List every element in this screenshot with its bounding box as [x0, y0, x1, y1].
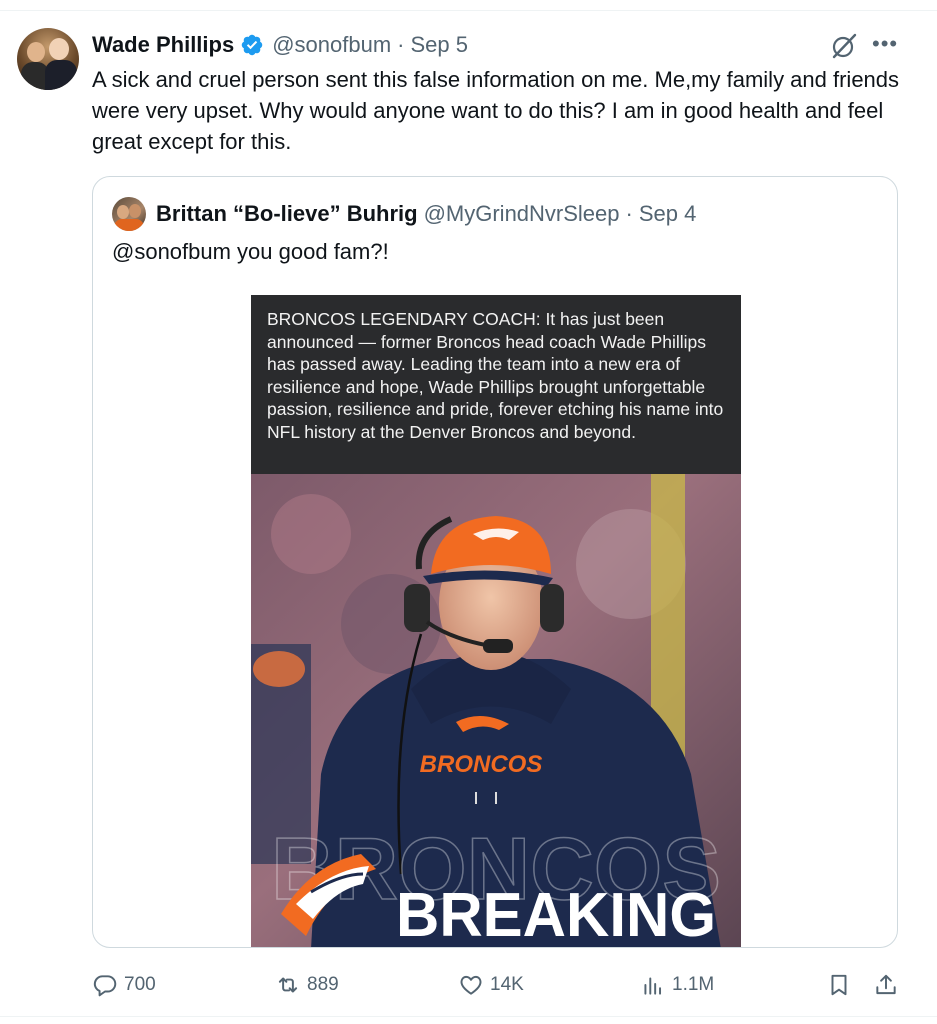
quoted-tweet-text: @sonofbum you good fam?! — [112, 239, 389, 264]
bottom-divider — [0, 1016, 937, 1017]
reply-icon — [93, 975, 117, 997]
quoted-media-image[interactable]: BRONCOS LEGENDARY COACH: It has just bee… — [251, 295, 741, 948]
tweet-date[interactable]: Sep 5 — [411, 32, 469, 58]
quoted-tweet-date[interactable]: Sep 4 — [639, 201, 697, 227]
header-separator: · — [397, 32, 405, 57]
like-button[interactable]: 14K — [458, 971, 524, 999]
bookmark-icon — [831, 974, 847, 996]
heart-icon — [460, 975, 482, 995]
reply-button[interactable]: 700 — [92, 971, 156, 999]
tweet-header: Wade Phillips @sonofbum · Sep 5 — [92, 30, 468, 60]
quoted-tweet[interactable]: Brittan “Bo-lieve” Buhrig @MyGrindNvrSle… — [92, 176, 898, 948]
quoted-author-handle[interactable]: @MyGrindNvrSleep — [424, 201, 620, 227]
reply-count: 700 — [124, 974, 156, 995]
share-icon — [876, 974, 896, 995]
author-avatar[interactable] — [17, 28, 79, 90]
views-button[interactable]: 1.1M — [640, 971, 714, 999]
bookmark-button[interactable] — [826, 971, 858, 999]
views-chart-icon — [644, 977, 662, 995]
tweet-text: A sick and cruel person sent this false … — [92, 67, 900, 154]
author-handle[interactable]: @sonofbum — [272, 32, 391, 58]
share-button[interactable] — [873, 971, 905, 999]
quoted-author-name[interactable]: Brittan “Bo-lieve” Buhrig — [156, 201, 418, 227]
coach-photo: BRONCOS BRONCOS BREAKING — [251, 474, 741, 948]
media-caption: BRONCOS LEGENDARY COACH: It has just bee… — [251, 295, 741, 474]
author-name[interactable]: Wade Phillips — [92, 32, 234, 58]
tweet-actions-bar: 700 889 14K 1.1M — [0, 965, 937, 1005]
top-divider — [0, 0, 937, 11]
views-count: 1.1M — [672, 974, 715, 995]
retweet-icon — [278, 977, 298, 993]
retweet-button[interactable]: 889 — [275, 971, 339, 999]
verified-badge-icon — [241, 34, 263, 56]
more-icon[interactable]: ••• — [872, 33, 900, 57]
quoted-header-separator: · — [625, 201, 633, 226]
quoted-tweet-header: Brittan “Bo-lieve” Buhrig @MyGrindNvrSle… — [156, 199, 696, 229]
retweet-count: 889 — [307, 974, 339, 995]
like-count: 14K — [490, 974, 524, 995]
quoted-author-avatar[interactable] — [112, 197, 146, 231]
breaking-banner-text: BREAKING — [396, 881, 716, 948]
grok-icon[interactable] — [830, 32, 858, 60]
jersey-text: BRONCOS — [420, 751, 543, 778]
